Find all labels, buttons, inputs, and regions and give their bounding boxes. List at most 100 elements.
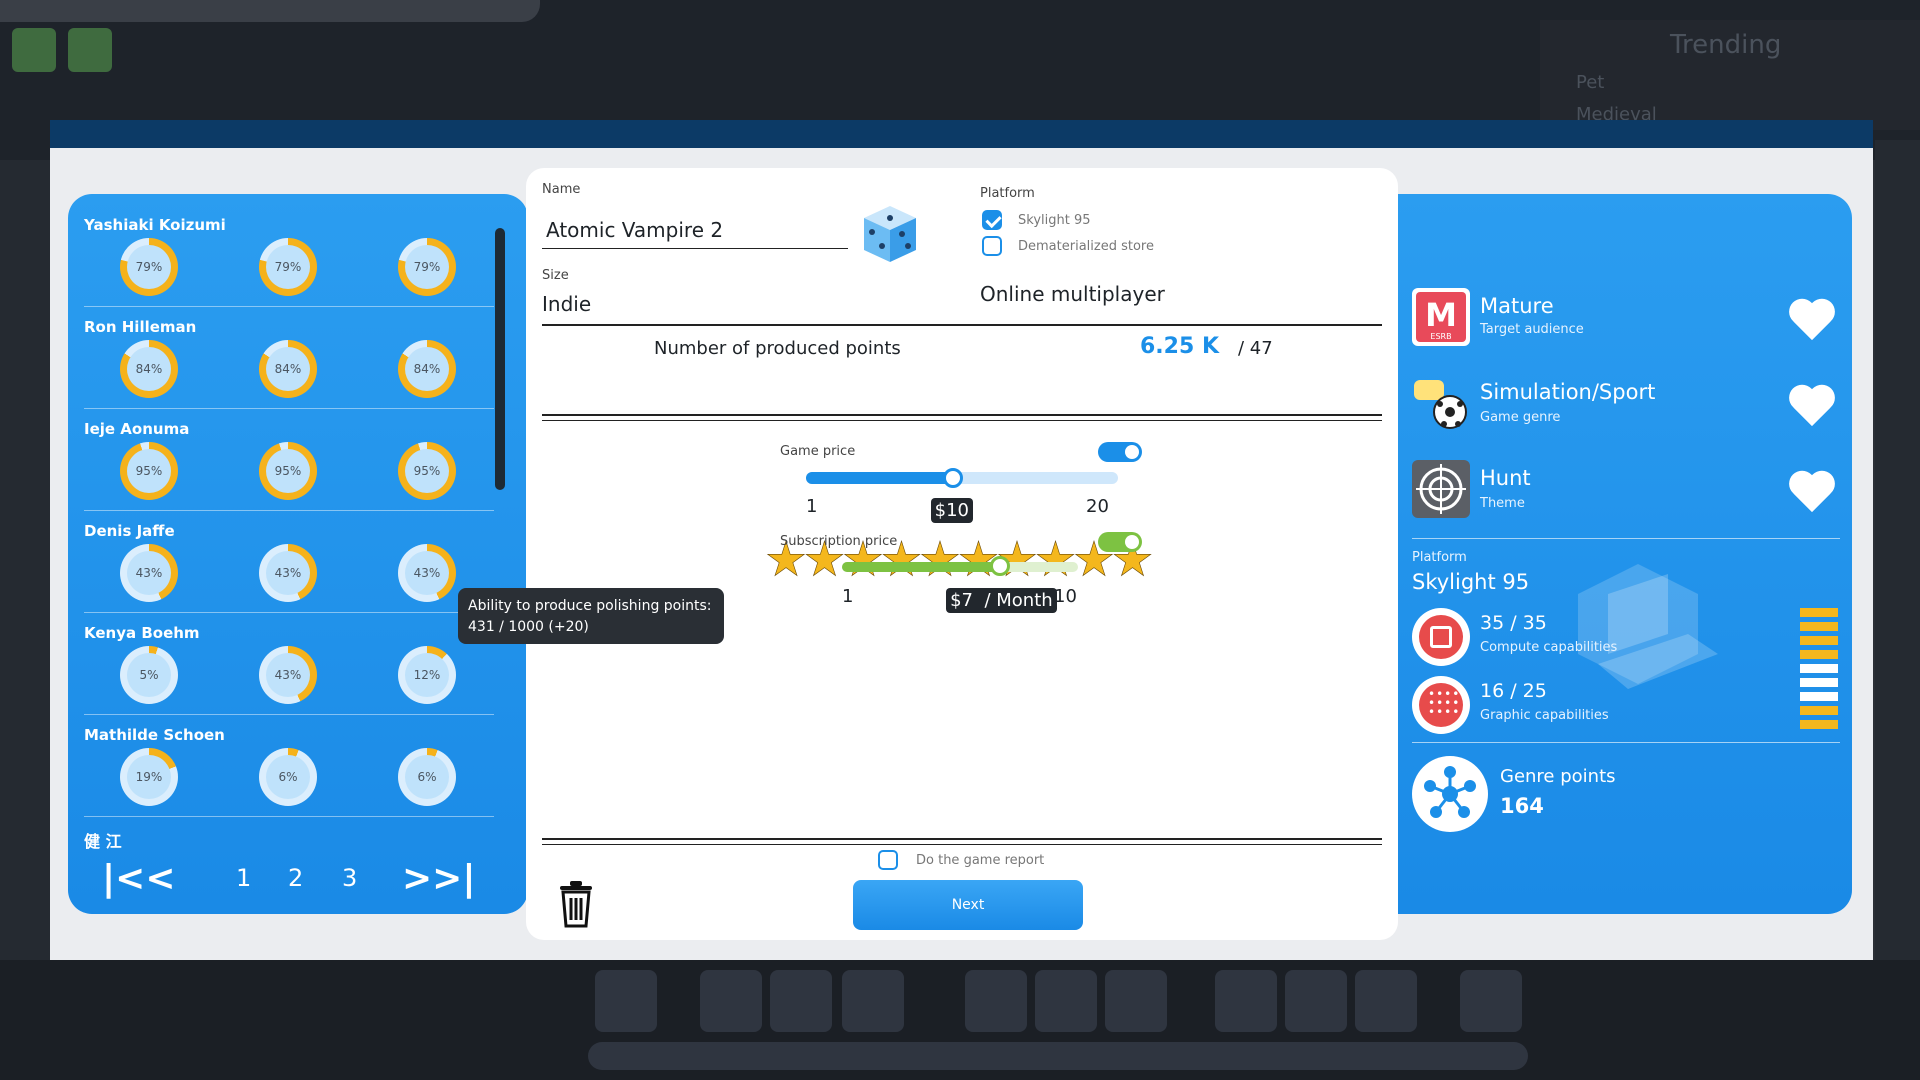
skill-ring: 95% — [120, 442, 178, 500]
skill-ring: 6% — [398, 748, 456, 806]
genre-title: Simulation/Sport — [1480, 380, 1656, 404]
skill-value: 84% — [413, 362, 441, 376]
background-icon — [12, 28, 56, 72]
size-select[interactable]: Indie — [542, 292, 591, 316]
genre-points-label: Genre points — [1500, 766, 1616, 787]
developer-row[interactable]: Yashiaki Koizumi 79% 79% 79% — [84, 204, 494, 307]
subscription-price-fill — [842, 562, 1001, 572]
toolbar-icon — [1035, 970, 1097, 1032]
developer-row[interactable]: Ron Hilleman 84% 84% 84% — [84, 306, 494, 409]
toolbar-icon — [770, 970, 832, 1032]
skill-value: 12% — [413, 668, 441, 682]
developer-name: Mathilde Schoen — [84, 726, 225, 744]
toolbar-icon — [700, 970, 762, 1032]
status-bar — [588, 1042, 1528, 1070]
developer-name: Ron Hilleman — [84, 318, 197, 336]
cpu-icon — [1412, 608, 1470, 666]
divider — [542, 838, 1382, 840]
game-price-value-badge: $10 — [930, 498, 973, 523]
page-1-button[interactable]: 1 — [236, 864, 251, 892]
polishing-tooltip: Ability to produce polishing points: 431… — [458, 588, 724, 644]
platform-value: Skylight 95 — [1412, 570, 1530, 594]
skill-value: 19% — [135, 770, 163, 784]
produced-points-value: 6.25 K — [1140, 334, 1219, 359]
developer-name: 健 江 — [84, 832, 122, 851]
skill-ring: 19% — [120, 748, 178, 806]
toolbar-icon — [595, 970, 657, 1032]
name-label: Name — [542, 182, 581, 197]
platform-skylight-checkbox[interactable] — [982, 210, 1002, 230]
favorite-heart-icon[interactable] — [1788, 300, 1836, 348]
game-report-checkbox[interactable] — [878, 850, 898, 870]
divider — [542, 324, 1382, 326]
skill-ring: 79% — [259, 238, 317, 296]
skill-value: 84% — [135, 362, 163, 376]
toolbar-icon — [1355, 970, 1417, 1032]
random-name-dice-icon[interactable] — [862, 204, 918, 268]
game-price-toggle[interactable] — [1098, 442, 1142, 462]
theme-subtitle: Theme — [1480, 496, 1525, 511]
genre-points-icon — [1412, 756, 1488, 832]
divider — [542, 414, 1382, 416]
favorite-heart-icon[interactable] — [1788, 386, 1836, 434]
skill-ring: 43% — [259, 544, 317, 602]
platform-label: Platform — [980, 186, 1035, 201]
skill-ring: 43% — [398, 544, 456, 602]
developer-name: Yashiaki Koizumi — [84, 216, 226, 234]
name-input[interactable]: Atomic Vampire 2 — [546, 218, 723, 242]
developer-name: Kenya Boehm — [84, 624, 200, 642]
game-price-label: Game price — [780, 444, 856, 459]
skill-value: 79% — [274, 260, 302, 274]
developer-row[interactable]: Mathilde Schoen 19% 6% 6% — [84, 714, 494, 817]
toolbar-icon — [965, 970, 1027, 1032]
online-multiplayer-option[interactable]: Online multiplayer — [980, 282, 1165, 306]
platform-label: Platform — [1412, 550, 1467, 565]
tooltip-line: Ability to produce polishing points: — [468, 598, 712, 614]
divider — [542, 420, 1382, 421]
trending-item: Pet — [1576, 72, 1605, 93]
game-price-fill — [806, 472, 953, 484]
game-report-label: Do the game report — [916, 853, 1045, 868]
skill-value: 6% — [417, 770, 437, 784]
developer-row[interactable]: Ieje Aonuma 95% 95% 95% — [84, 408, 494, 511]
skill-ring: 84% — [398, 340, 456, 398]
skill-value: 79% — [413, 260, 441, 274]
skill-value: 43% — [413, 566, 441, 580]
graphic-label: Graphic capabilities — [1480, 708, 1609, 723]
skill-ring: 5% — [120, 646, 178, 704]
skill-ring: 84% — [120, 340, 178, 398]
developer-row[interactable]: Denis Jaffe 43% 43% 43% — [84, 510, 494, 613]
compute-value: 35 / 35 — [1480, 612, 1547, 634]
game-summary-panel: M ESRB Mature Target audience Simulation… — [1398, 194, 1852, 914]
page-2-button[interactable]: 2 — [288, 864, 303, 892]
background-right — [1875, 140, 1920, 960]
skill-value: 95% — [413, 464, 441, 478]
page-3-button[interactable]: 3 — [342, 864, 357, 892]
favorite-heart-icon[interactable] — [1788, 472, 1836, 520]
background-bottom-toolbar — [0, 960, 1920, 1080]
subscription-price-max: 10 — [1054, 586, 1077, 607]
divider — [1412, 742, 1840, 743]
platform-dematerialized-checkbox[interactable] — [982, 236, 1002, 256]
background-left — [0, 160, 50, 960]
first-page-button[interactable]: |<< — [102, 858, 175, 899]
trash-icon[interactable] — [558, 880, 594, 932]
game-form-card: Name Atomic Vampire 2 Size Indie Platfor… — [526, 168, 1398, 940]
subscription-price-toggle[interactable] — [1098, 532, 1142, 552]
produced-points-total: / 47 — [1238, 338, 1273, 359]
subscription-price-handle[interactable] — [990, 556, 1011, 576]
last-page-button[interactable]: >>| — [402, 858, 475, 899]
audience-title: Mature — [1480, 294, 1554, 318]
skill-ring: 95% — [259, 442, 317, 500]
platform-option-label: Skylight 95 — [1018, 213, 1091, 228]
developer-row[interactable]: Kenya Boehm 5% 43% 12% — [84, 612, 494, 715]
skill-ring: 43% — [259, 646, 317, 704]
developers-scrollbar[interactable] — [495, 228, 505, 490]
game-price-handle[interactable] — [942, 468, 963, 488]
theme-title: Hunt — [1480, 466, 1531, 490]
esrb-label: ESRB — [1430, 332, 1452, 341]
developers-panel: Yashiaki Koizumi 79% 79% 79% Ron Hillema… — [68, 194, 528, 914]
skill-ring: 84% — [259, 340, 317, 398]
next-button[interactable]: Next — [853, 880, 1083, 930]
background-icon — [68, 28, 112, 72]
